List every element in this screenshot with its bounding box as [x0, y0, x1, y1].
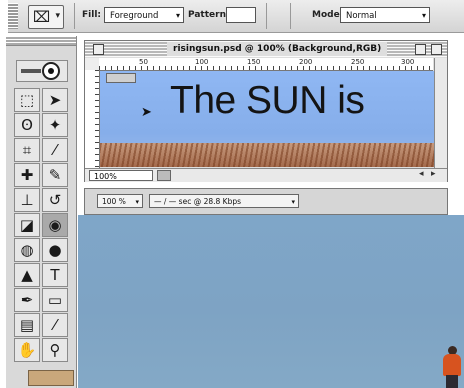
canvas-marker — [106, 73, 136, 83]
pattern-picker[interactable] — [226, 7, 256, 23]
options-bar: ⌧ ▾ Fill: Foreground ▾ Pattern: Mode: No… — [8, 0, 464, 33]
lasso-tool-icon[interactable]: ʘ — [14, 113, 40, 137]
chevron-down-icon: ▾ — [55, 11, 60, 21]
vertical-ruler[interactable] — [85, 70, 100, 168]
person-jacket — [443, 354, 461, 376]
color-swatch-box[interactable] — [28, 370, 74, 386]
hand-tool-icon[interactable]: ✋ — [14, 338, 40, 362]
chevron-down-icon: ▾ — [135, 198, 139, 206]
dodge-tool-icon[interactable]: ● — [42, 238, 68, 262]
horizontal-scroll-thumb[interactable] — [157, 170, 171, 181]
grass-strip — [100, 143, 446, 167]
divider — [266, 3, 267, 29]
divider — [74, 3, 75, 29]
notes-tool-icon[interactable]: ▤ — [14, 313, 40, 337]
tool-preset-picker[interactable]: ⌧ ▾ — [28, 5, 64, 29]
person-legs — [446, 375, 458, 388]
logo-pupil — [48, 68, 54, 74]
toolbox-title-bar[interactable] — [6, 36, 76, 46]
history-brush-tool-icon[interactable]: ↺ — [42, 188, 68, 212]
options-bar-grip-handle[interactable] — [8, 3, 18, 29]
blur-tool-icon[interactable]: ◍ — [14, 238, 40, 262]
marquee-tool-icon[interactable]: ⬚ — [14, 88, 40, 112]
image-canvas[interactable]: ➤ The SUN is — [100, 71, 446, 167]
download-rate-select[interactable]: — / — sec @ 28.8 Kbps ▾ — [149, 194, 299, 208]
logo-lens — [21, 69, 41, 73]
chevron-down-icon: ▾ — [291, 198, 295, 206]
document-title: risingsun.psd @ 100% (Background,RGB) — [167, 42, 388, 56]
collapse-box-icon[interactable] — [431, 44, 442, 55]
fill-label: Fill: — [82, 10, 102, 20]
canvas-headline-text: The SUN is — [170, 79, 365, 122]
clone-stamp-tool-icon[interactable]: ⊥ — [14, 188, 40, 212]
mode-label: Mode: — [312, 10, 344, 20]
adobe-eye-logo[interactable] — [16, 60, 68, 82]
zoom-tool-icon[interactable]: ⚲ — [42, 338, 68, 362]
scroll-left-arrow-icon[interactable]: ◂ — [419, 169, 424, 179]
vertical-scrollbar[interactable] — [434, 58, 447, 168]
chevron-down-icon: ▾ — [175, 11, 180, 20]
close-box-icon[interactable] — [93, 44, 104, 55]
crop-tool-icon[interactable]: ⌗ — [14, 138, 40, 162]
mode-select[interactable]: Normal ▾ — [340, 7, 430, 23]
document-title-bar[interactable]: risingsun.psd @ 100% (Background,RGB) — [85, 41, 447, 57]
scroll-right-arrow-icon[interactable]: ▸ — [431, 169, 436, 179]
eraser-tool-icon[interactable]: ◪ — [14, 213, 40, 237]
chevron-down-icon: ▾ — [421, 11, 426, 20]
ruler-label: 250 — [351, 58, 365, 66]
brush-tool-icon[interactable]: ✎ — [42, 163, 68, 187]
zoom-level-field[interactable]: 100% — [89, 170, 153, 181]
document-window: risingsun.psd @ 100% (Background,RGB) 50… — [84, 40, 448, 182]
pattern-label: Pattern: — [188, 10, 230, 20]
eyedropper-tool-icon[interactable]: ⁄ — [42, 313, 68, 337]
zoom-box-icon[interactable] — [415, 44, 426, 55]
arrow-cursor-icon: ➤ — [141, 105, 152, 120]
document-status-bar: 100% ◂ ▸ — [85, 168, 447, 182]
pen-tool-icon[interactable]: ✒ — [14, 288, 40, 312]
paint-bucket-tool-icon[interactable]: ◉ — [42, 213, 68, 237]
divider — [290, 3, 291, 29]
path-selection-tool-icon[interactable]: ▲ — [14, 263, 40, 287]
ruler-origin[interactable] — [85, 58, 100, 70]
type-tool-icon[interactable]: T — [42, 263, 68, 287]
desktop-background-photo — [78, 215, 464, 388]
download-info-panel: 100 % ▾ — / — sec @ 28.8 Kbps ▾ — [84, 188, 448, 215]
ruler-label: 300 — [401, 58, 415, 66]
slice-tool-icon[interactable]: ⁄ — [42, 138, 68, 162]
ruler-label: 50 — [139, 58, 148, 66]
rectangle-tool-icon[interactable]: ▭ — [42, 288, 68, 312]
toolbox: ⬚ ➤ ʘ ✦ ⌗ ⁄ ✚ ✎ ⊥ ↺ ◪ ◉ ◍ ● ▲ T ✒ ▭ ▤ ⁄ ✋ ⚲ — [6, 36, 77, 388]
ruler-label: 200 — [299, 58, 313, 66]
person-figure — [440, 346, 464, 388]
move-tool-icon[interactable]: ➤ — [42, 88, 68, 112]
magic-wand-tool-icon[interactable]: ✦ — [42, 113, 68, 137]
healing-brush-tool-icon[interactable]: ✚ — [14, 163, 40, 187]
ruler-label: 150 — [247, 58, 261, 66]
zoom-percent-select[interactable]: 100 % ▾ — [97, 194, 143, 208]
ruler-label: 100 — [195, 58, 209, 66]
horizontal-ruler[interactable]: 50 100 150 200 250 300 — [99, 58, 433, 71]
paint-bucket-icon: ⌧ — [33, 8, 51, 26]
fill-select[interactable]: Foreground ▾ — [104, 7, 184, 23]
